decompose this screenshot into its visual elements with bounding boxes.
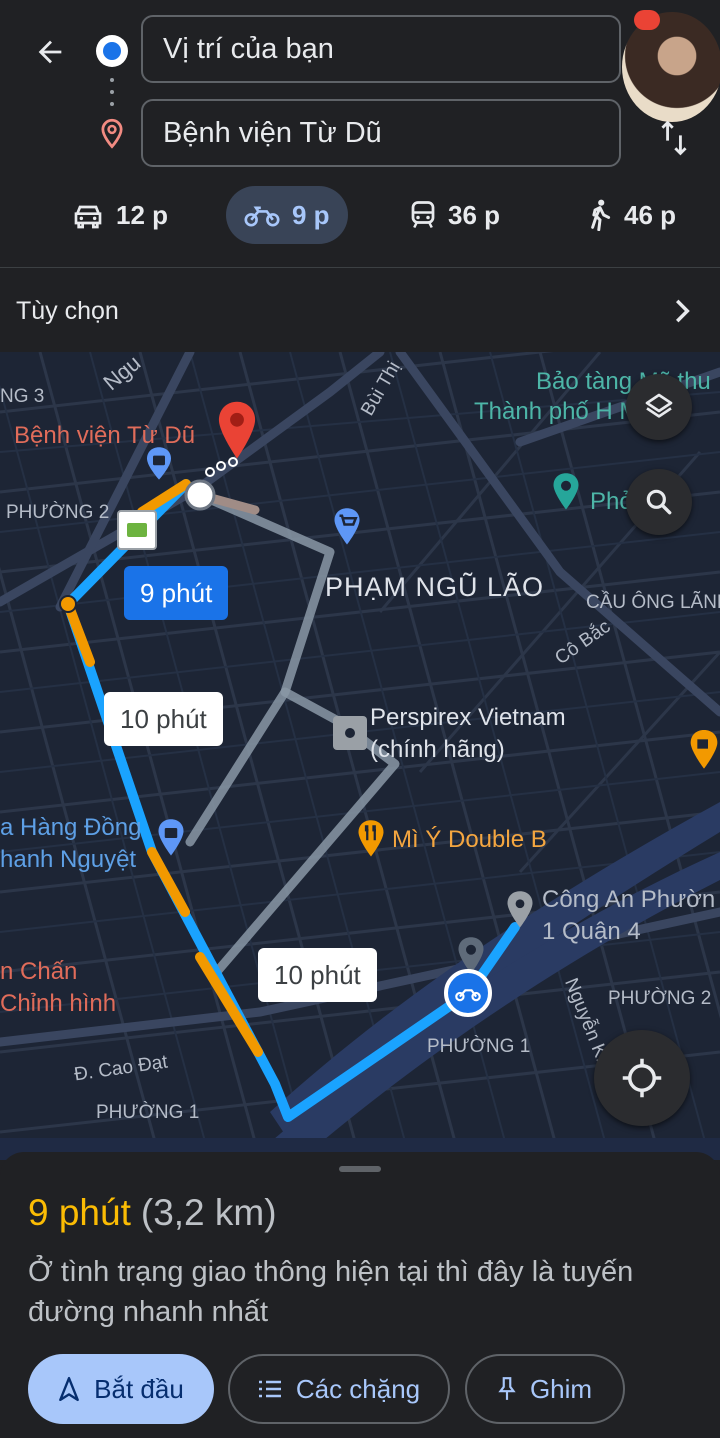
route-time-primary[interactable]: 9 phút [124, 566, 229, 620]
pin-icon [498, 1377, 516, 1400]
mode-walk[interactable]: 46 p [570, 186, 694, 244]
options-row[interactable]: Tùy chọn [0, 270, 720, 352]
pin-label: Ghim [529, 1373, 593, 1404]
avatar[interactable] [622, 12, 720, 122]
mode-motorbike[interactable]: 9 p [226, 186, 348, 244]
cart-poi-icon[interactable] [332, 507, 362, 547]
layers-button[interactable] [626, 374, 692, 440]
police-label[interactable]: 1 Quận 4 [542, 918, 641, 946]
search-map-button[interactable] [626, 469, 692, 535]
swap-icon [661, 120, 687, 156]
police-label[interactable]: Công An Phườn [542, 886, 715, 914]
directions-header: Vị trí của bạn Bệnh viện Từ Dũ 12 p 9 p … [0, 0, 720, 268]
area-phuong-1: PHƯỜNG 1 [96, 1102, 200, 1123]
logo-poi-icon[interactable] [117, 510, 157, 550]
area-pham-ngu-lao: PHẠM NGŨ LÃO [325, 572, 545, 602]
destination-map-label[interactable]: Bệnh viện Từ Dũ [14, 422, 195, 450]
steps-button[interactable]: Các chặng [228, 1354, 450, 1424]
mode-transit[interactable]: 36 p [392, 186, 518, 244]
generic-poi-icon[interactable] [333, 716, 367, 750]
origin-field[interactable]: Vị trí của bạn [141, 15, 621, 83]
list-icon [258, 1380, 281, 1398]
transit-icon [411, 201, 435, 229]
route-summary: 9 phút (3,2 km) [28, 1192, 277, 1234]
destination-marker-icon[interactable] [216, 400, 258, 462]
route-time-alt[interactable]: 10 phút [104, 692, 223, 746]
shop-label[interactable]: hanh Nguyệt [0, 846, 136, 874]
chevron-right-icon [675, 299, 690, 323]
police-poi-icon[interactable] [505, 890, 535, 930]
route-connector-dots [110, 78, 114, 106]
mode-car[interactable]: 12 p [54, 186, 186, 244]
area-cau-ong-lanh: CẦU ÔNG LÃNH [586, 592, 720, 613]
cafe-poi-icon[interactable] [688, 728, 720, 772]
route-time-alt[interactable]: 10 phút [258, 948, 377, 1002]
pin-button[interactable]: Ghim [465, 1354, 625, 1424]
clinic-label[interactable]: n Chấn [0, 958, 77, 986]
header-divider [0, 267, 720, 268]
clinic-label[interactable]: Chỉnh hình [0, 990, 116, 1018]
my-location-icon [622, 1058, 662, 1098]
area-ng-3: NG 3 [0, 386, 45, 407]
restaurant-poi-icon[interactable] [356, 818, 386, 860]
navigation-arrow-icon [59, 1376, 80, 1402]
mode-time: 12 p [116, 199, 169, 230]
shop-label[interactable]: a Hàng Đồng [0, 814, 141, 842]
search-icon [646, 489, 672, 515]
shop-poi-icon[interactable] [156, 818, 186, 858]
start-label: Bắt đầu [94, 1373, 184, 1404]
shopping-poi-icon[interactable] [144, 446, 174, 482]
perspirex-label[interactable]: (chính hãng) [370, 736, 505, 764]
walk-icon [591, 199, 611, 231]
perspirex-label[interactable]: Perspirex Vietnam [370, 704, 566, 732]
mode-time: 36 p [448, 199, 501, 230]
route-note: Ở tình trạng giao thông hiện tại thì đây… [28, 1256, 634, 1328]
origin-location-icon [96, 35, 128, 67]
my-location-button[interactable] [594, 1030, 690, 1126]
route-summary-sheet[interactable]: 9 phút (3,2 km) Ở tình trạng giao thông h… [0, 1152, 720, 1438]
mode-time: 9 p [292, 199, 330, 230]
camera-poi-icon[interactable] [550, 472, 582, 512]
area-phuong-1: PHƯỜNG 1 [427, 1036, 531, 1057]
destination-pin-icon [98, 118, 126, 155]
current-location-motorbike-icon [444, 969, 492, 1017]
area-phuong-2: PHƯỜNG 2 [6, 502, 110, 523]
layers-icon [645, 393, 673, 418]
motorbike-icon [244, 206, 280, 227]
map-view[interactable]: Bệnh viện Từ Dũ Bảo tàng Mỹ thu Thành ph… [0, 352, 720, 1160]
car-icon [74, 205, 102, 229]
route-duration: 9 phút [28, 1192, 131, 1233]
options-label: Tùy chọn [16, 296, 119, 325]
route-distance: (3,2 km) [140, 1192, 277, 1233]
notification-badge [634, 10, 660, 30]
back-button[interactable] [28, 30, 72, 74]
back-arrow-icon [38, 40, 62, 64]
steps-label: Các chặng [295, 1373, 421, 1404]
travel-mode-tabs: 12 p 9 p 36 p 46 p [0, 186, 720, 248]
start-button[interactable]: Bắt đầu [28, 1354, 214, 1424]
restaurant-label[interactable]: Mì Ý Double B [392, 826, 547, 854]
drag-handle[interactable] [339, 1166, 381, 1172]
destination-field[interactable]: Bệnh viện Từ Dũ [141, 99, 621, 167]
swap-directions-button[interactable] [652, 116, 696, 160]
museum-label[interactable]: Thành phố H Mi [474, 398, 645, 426]
area-phuong-2: PHƯỜNG 2 [608, 988, 712, 1009]
mode-time: 46 p [624, 199, 677, 230]
